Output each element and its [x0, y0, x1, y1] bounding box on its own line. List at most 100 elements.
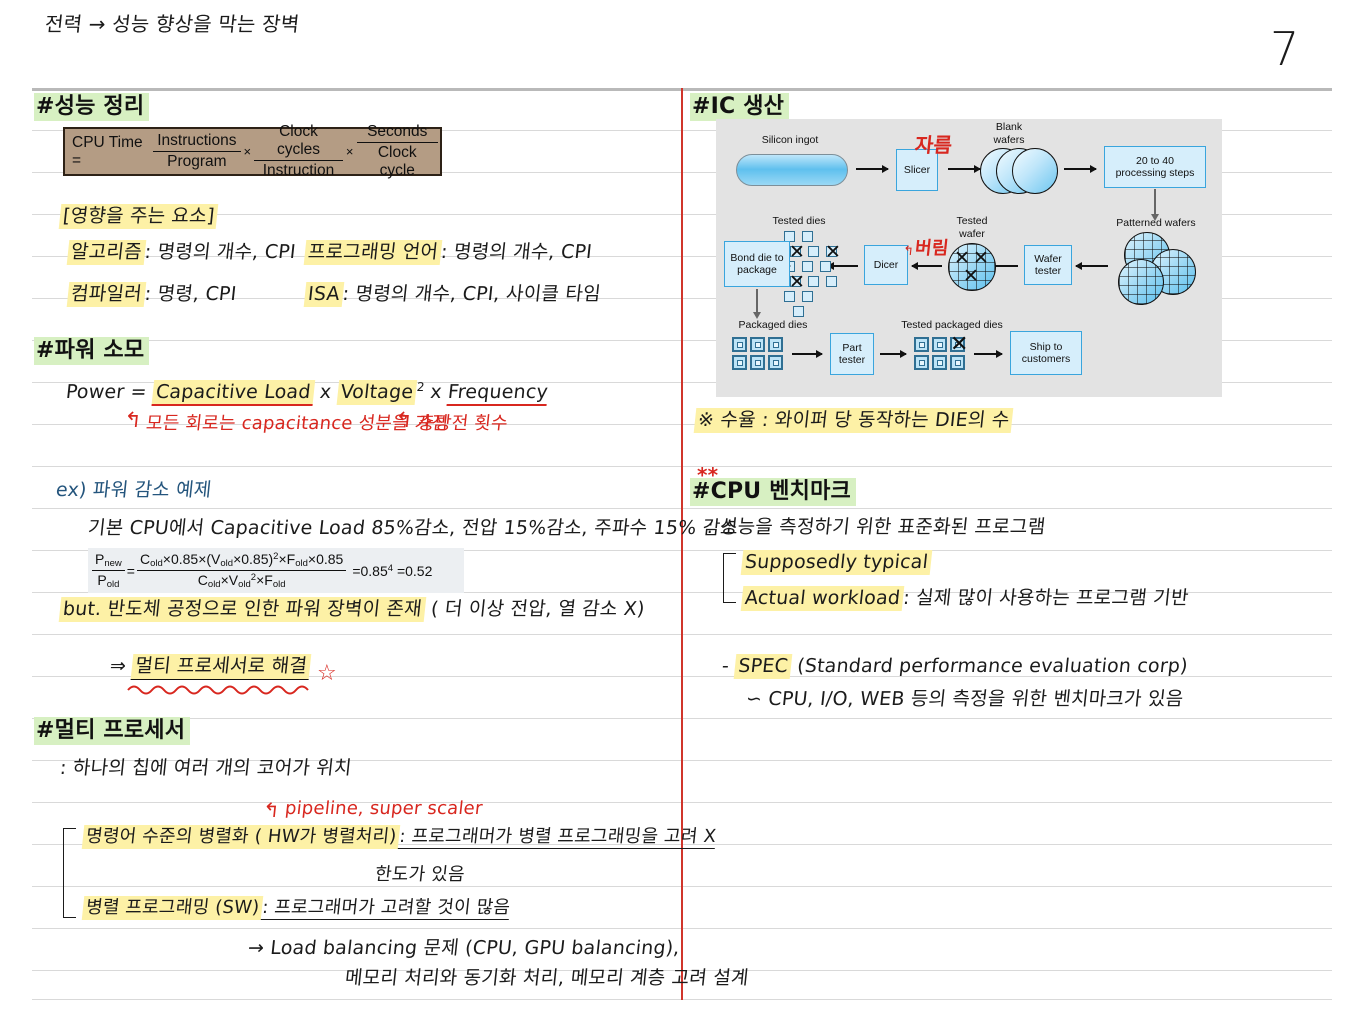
- multiply-sign: ×: [243, 144, 252, 159]
- factor-desc: : 명령의 개수, CPI: [439, 241, 594, 263]
- patterned-wafer-3: [1118, 259, 1164, 305]
- pratio-lhs: Pnew Pold: [92, 551, 125, 590]
- notebook-page: 전력 → 성능 향상을 막는 장벽 7 #성능 정리 CPU Time = In…: [0, 0, 1365, 1024]
- box-wafer-tester: Wafer tester: [1024, 245, 1072, 285]
- power-example-text: 기본 CPU에서 Capacitive Load 85%감소, 전압 15%감소…: [86, 517, 740, 539]
- multiprocessor-red-note: pipeline, super scaler: [283, 798, 484, 819]
- label-packaged-dies: Packaged dies: [738, 319, 808, 331]
- item-term: Actual workload: [740, 586, 905, 611]
- section-heading-multiprocessor: #멀티 프로세서: [34, 717, 191, 745]
- arrow-dicer-to-wafer: [912, 265, 942, 267]
- solution-arrow-icon: ⇒: [108, 655, 128, 677]
- arrow-patterned-to-tester: [1076, 265, 1108, 267]
- tested-packaged-die: [932, 355, 947, 370]
- tested-wafer-x3-icon: ✕: [963, 266, 979, 287]
- spec-note-tilde-icon: ∽: [744, 688, 764, 710]
- multiprocessor-item-ilp-line2: 한도가 있음: [373, 864, 466, 885]
- tested-wafer-x2-icon: ✕: [973, 248, 989, 269]
- bad-die-x1-icon: ✕: [789, 242, 805, 263]
- box-processing-steps: 20 to 40 processing steps: [1104, 146, 1206, 188]
- heading-text: #멀티 프로세서: [34, 717, 191, 745]
- item-desc: : 프로그래머가 병렬 프로그래밍을 고려 X: [398, 826, 718, 849]
- box-ship-label: Ship to customers: [1021, 340, 1071, 365]
- arrow-dies-to-dicer: [828, 265, 858, 267]
- packaged-die: [750, 337, 765, 352]
- power-voltage-exponent: 2: [416, 380, 426, 394]
- fraction-clockcycles-instruction: Clock cycles Instruction: [254, 123, 343, 180]
- formula-lhs: CPU Time =: [72, 133, 143, 169]
- spec-note-text: CPU, I/O, WEB 등의 측정을 위한 벤치마크가 있음: [767, 688, 1185, 710]
- factors-subtitle-text: [영향을 주는 요소]: [58, 204, 219, 229]
- bad-packaged-die-x-icon: ✕: [950, 331, 969, 356]
- power-example-label: ex) 파워 감소 예제: [54, 479, 213, 501]
- item-desc: : 프로그래머가 고려할 것이 많음: [260, 897, 512, 920]
- box-dicer: Dicer: [864, 245, 908, 285]
- label-tested-packaged-dies: Tested packaged dies: [901, 319, 1003, 331]
- power-wall-line: but. 반도체 공정으로 인한 파워 장벽이 존재 ( 더 이상 전압, 열 …: [58, 597, 646, 622]
- section-heading-ic-production: #IC 생산: [690, 93, 790, 121]
- packaged-die: [750, 355, 765, 370]
- fraction-instructions-program: Instructions Program: [153, 132, 241, 171]
- factor-desc: : 명령, CPI: [143, 283, 238, 305]
- column-divider: [681, 88, 683, 1000]
- page-number: 7: [1270, 22, 1300, 76]
- multiply-sign: ×: [345, 144, 354, 159]
- fraction-denominator: Program: [153, 151, 241, 171]
- factor-term: ISA: [303, 282, 344, 307]
- tested-packaged-die: [914, 355, 929, 370]
- bad-die-x2-icon: ✕: [825, 242, 841, 263]
- pratio-result: =0.854 =0.52: [352, 562, 433, 579]
- power-op-2: x: [429, 381, 443, 403]
- heading-text: #CPU 벤치마크: [690, 478, 856, 506]
- factor-term: 알고리즘: [66, 240, 147, 265]
- red-hook-left-icon: ↰: [122, 408, 144, 432]
- box-ship-to-customers: Ship to customers: [1010, 331, 1082, 375]
- pratio-lhs-den: Pold: [92, 570, 125, 590]
- arrow-ingot-to-slicer: [856, 165, 889, 172]
- power-term-frequency: Frequency: [446, 381, 550, 406]
- arrow-wafers-to-processing: [1064, 165, 1097, 172]
- factor-term: 프로그래밍 언어: [303, 240, 443, 265]
- box-part-tester: Part tester: [830, 333, 874, 375]
- power-wall-rest: ( 더 이상 전압, 열 감소 X): [429, 598, 646, 620]
- pratio-rhs-den: Cold×Vold2×Fold: [136, 570, 347, 590]
- silicon-ingot-shape: [736, 154, 848, 186]
- pratio-equals: =: [126, 562, 135, 579]
- benchmark-line1: : 성능을 측정하기 위한 표준화된 프로그램: [705, 516, 1047, 538]
- arrow-processing-down: [1151, 189, 1158, 221]
- item-desc: : 실제 많이 사용하는 프로그램 기반: [902, 587, 1190, 609]
- benchmark-item-supposedly-typical: Supposedly typical: [740, 550, 933, 575]
- fraction-denominator: Instruction: [254, 160, 343, 180]
- heading-text: #파워 소모: [34, 337, 150, 365]
- benchmark-bracket: [723, 553, 736, 603]
- arrow-parttester-to-tested: [880, 350, 907, 357]
- power-op-1: x: [318, 381, 333, 403]
- packaged-die: [768, 337, 783, 352]
- power-note-charge-cycles: 충방전 횟수: [416, 413, 509, 434]
- fraction-numerator: Instructions: [157, 132, 237, 149]
- bad-die-x3-icon: ✕: [789, 272, 805, 293]
- pratio-rhs-num: Cold×0.85×(Vold×0.85)2×Fold×0.85: [139, 551, 344, 569]
- power-wall-highlight: but. 반도체 공정으로 인한 파워 장벽이 존재: [58, 597, 427, 622]
- factor-desc: : 명령의 개수, CPI, 사이클 타임: [341, 283, 602, 305]
- label-tested-wafer-1: Tested: [956, 215, 988, 227]
- box-part-tester-label: Part tester: [838, 341, 866, 366]
- blank-wafer-3: [1012, 148, 1058, 194]
- arrow-tested-to-ship: [974, 350, 1003, 357]
- multiprocessor-item-parallel-programming: 병렬 프로그래밍 (SW): 프로그래머가 고려할 것이 많음: [81, 896, 512, 920]
- item-term: 병렬 프로그래밍 (SW): [81, 896, 264, 920]
- multiprocessor-bracket: [63, 828, 76, 918]
- section-heading-power: #파워 소모: [34, 337, 150, 365]
- spec-term: SPEC: [733, 654, 793, 679]
- pratio-lhs-num: Pnew: [95, 551, 122, 569]
- packaged-die: [732, 337, 747, 352]
- power-wall-solution: ⇒ 멀티 프로세서로 해결: [108, 654, 312, 680]
- page-header-title: 전력 → 성능 향상을 막는 장벽: [43, 12, 301, 36]
- power-formula: Power = Capacitive Load x Voltage 2 x Fre…: [64, 380, 550, 406]
- benchmark-item-actual-workload: Actual workload: 실제 많이 사용하는 프로그램 기반: [740, 586, 1190, 611]
- annotation-discard: 버림: [913, 238, 950, 259]
- power-formula-lead: Power =: [64, 381, 148, 403]
- red-squiggle-underline-icon: [127, 685, 309, 695]
- tested-packaged-die: [914, 337, 929, 352]
- power-ratio-formula: Pnew Pold = Cold×0.85×(Vold×0.85)2×Fold×…: [88, 548, 464, 593]
